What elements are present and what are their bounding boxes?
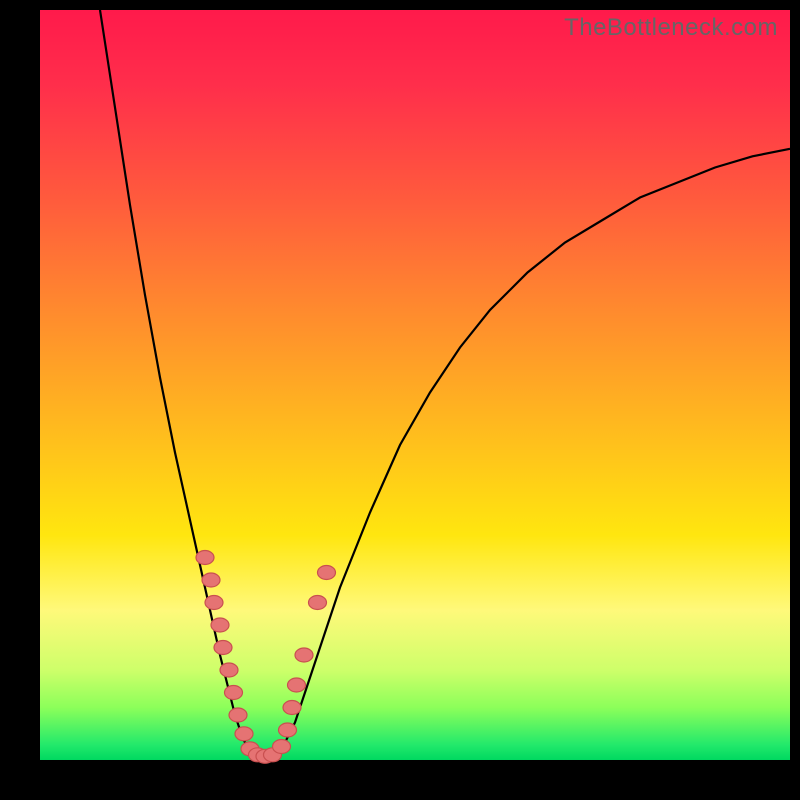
data-marker: [220, 663, 238, 677]
watermark-text: TheBottleneck.com: [564, 14, 778, 42]
curve-markers: [196, 551, 336, 764]
data-marker: [318, 566, 336, 580]
data-marker: [205, 596, 223, 610]
data-marker: [229, 708, 247, 722]
data-marker: [273, 740, 291, 754]
bottleneck-curve: [40, 10, 790, 760]
data-marker: [225, 686, 243, 700]
data-marker: [288, 678, 306, 692]
curve-path: [100, 10, 790, 760]
data-marker: [235, 727, 253, 741]
data-marker: [283, 701, 301, 715]
data-marker: [214, 641, 232, 655]
chart-canvas: TheBottleneck.com: [0, 0, 800, 800]
plot-area: TheBottleneck.com: [40, 10, 790, 760]
data-marker: [295, 648, 313, 662]
data-marker: [279, 723, 297, 737]
data-marker: [196, 551, 214, 565]
data-marker: [309, 596, 327, 610]
data-marker: [202, 573, 220, 587]
data-marker: [211, 618, 229, 632]
